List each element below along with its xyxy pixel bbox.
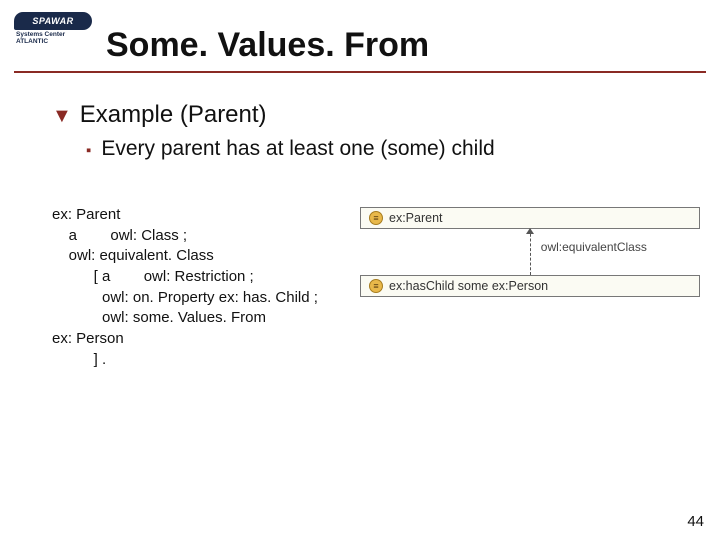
logo-subtitle: Systems Center ATLANTIC bbox=[14, 32, 92, 46]
code-block: ex: Parent a owl: Class ; owl: equivalen… bbox=[52, 205, 352, 371]
diagram-edge-label: owl:equivalentClass bbox=[537, 240, 651, 254]
code-l1: ex: Parent bbox=[52, 206, 120, 223]
triangle-down-icon: ▼ bbox=[52, 105, 72, 128]
logo: SPAWAR Systems Center ATLANTIC bbox=[14, 12, 92, 46]
diagram-edge-line bbox=[530, 229, 531, 275]
square-bullet-icon: ▪ bbox=[86, 142, 91, 159]
bullet-2-text: Every parent has at least one (some) chi… bbox=[101, 137, 494, 161]
code-l8: ] . bbox=[52, 351, 106, 368]
diagram-edge: owl:equivalentClass bbox=[360, 229, 700, 275]
slide-title: Some. Values. From bbox=[106, 26, 429, 65]
code-l4: [ a owl: Restriction ; bbox=[52, 268, 254, 285]
equivalence-icon: ≡ bbox=[369, 211, 383, 225]
lower-row: ex: Parent a owl: Class ; owl: equivalen… bbox=[52, 205, 668, 371]
page-number: 44 bbox=[687, 513, 704, 530]
code-l2: a owl: Class ; bbox=[52, 227, 187, 244]
bullet-level-2: ▪ Every parent has at least one (some) c… bbox=[86, 137, 668, 161]
diagram-bottom-label: ex:hasChild some ex:Person bbox=[389, 279, 548, 293]
logo-sub-line2: ATLANTIC bbox=[16, 38, 48, 45]
arrow-up-icon bbox=[526, 228, 534, 234]
code-l5: owl: on. Property ex: has. Child ; bbox=[52, 289, 318, 306]
code-l7: ex: Person bbox=[52, 330, 124, 347]
diagram-top-label: ex:Parent bbox=[389, 211, 443, 225]
bullet-level-1: ▼ Example (Parent) bbox=[52, 101, 668, 129]
content-area: ▼ Example (Parent) ▪ Every parent has at… bbox=[0, 73, 720, 371]
logo-wordmark: SPAWAR bbox=[14, 12, 92, 30]
code-l6: owl: some. Values. From bbox=[52, 309, 266, 326]
diagram-node-top: ≡ ex:Parent bbox=[360, 207, 700, 229]
diagram-node-bottom: ≡ ex:hasChild some ex:Person bbox=[360, 275, 700, 297]
bullet-1-text: Example (Parent) bbox=[80, 101, 267, 129]
equivalence-icon: ≡ bbox=[369, 279, 383, 293]
diagram: ≡ ex:Parent owl:equivalentClass ≡ ex:has… bbox=[360, 207, 700, 371]
header: SPAWAR Systems Center ATLANTIC Some. Val… bbox=[0, 0, 720, 65]
code-l3: owl: equivalent. Class bbox=[52, 247, 214, 264]
